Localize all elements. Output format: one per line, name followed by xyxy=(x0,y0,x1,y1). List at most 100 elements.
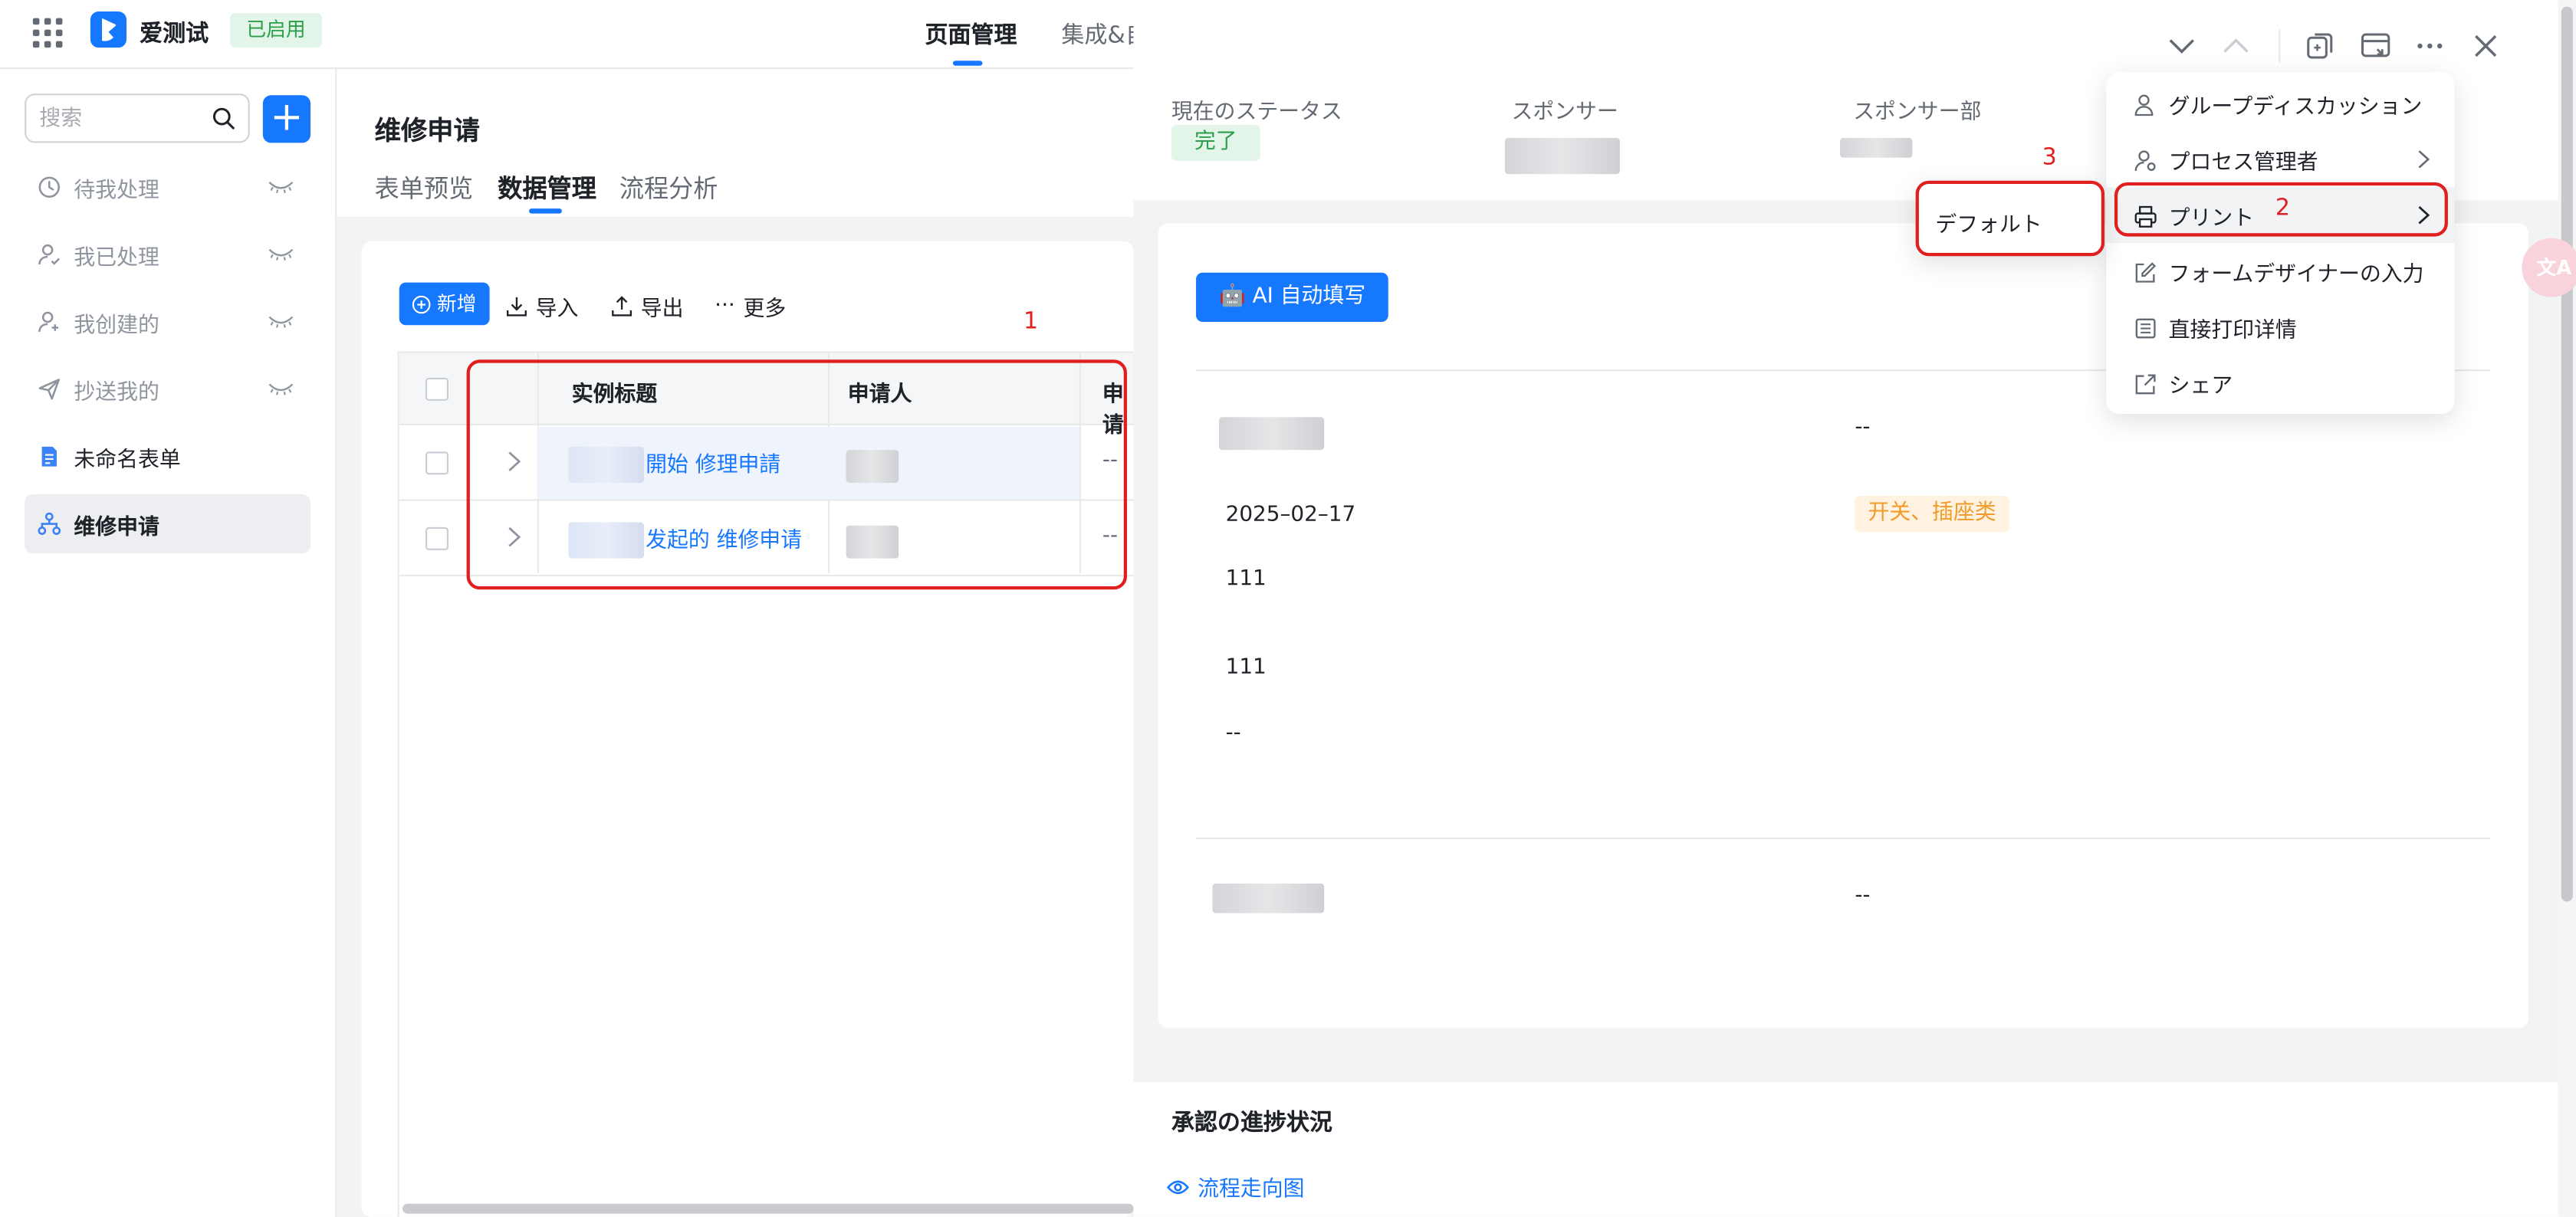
redacted-field-label xyxy=(1219,417,1325,451)
more-actions-menu: グループディスカッション プロセス管理者 プリント フォームデザイナーの入力 直… xyxy=(2106,72,2455,415)
row-checkbox[interactable] xyxy=(426,451,449,475)
group-user-icon xyxy=(2134,94,2154,116)
row-checkbox[interactable] xyxy=(426,526,449,550)
field-date: 2025–02–17 xyxy=(1225,502,1356,527)
annotation-number-3: 3 xyxy=(2042,144,2057,171)
chevron-right-icon xyxy=(2418,150,2430,169)
meta-label-sponsor: スポンサー xyxy=(1511,100,1618,125)
page-title: 维修申请 xyxy=(374,115,480,146)
export-label: 导出 xyxy=(640,297,684,323)
sidebar: + 待我处理 我已处理 我创建的 抄送我的 未命名表单 维修申请 xyxy=(0,69,337,1217)
menu-item-group-discussion[interactable]: グループディスカッション xyxy=(2106,76,2454,132)
more-dots-icon: ··· xyxy=(715,294,735,319)
status-tag-complete: 完了 xyxy=(1171,124,1260,162)
vertical-scrollbar[interactable] xyxy=(2558,0,2576,1217)
field-value: -- xyxy=(1855,883,1871,909)
status-badge: 已启用 xyxy=(230,13,323,48)
user-check-icon xyxy=(38,244,61,265)
chevron-up-icon[interactable] xyxy=(2220,30,2252,63)
sidebar-item-untitled-form[interactable]: 未命名表单 xyxy=(25,427,310,486)
more-label: 更多 xyxy=(743,297,787,323)
print-detail-icon xyxy=(2135,318,2156,339)
app-logo-icon xyxy=(90,11,127,48)
export-button[interactable]: 导出 xyxy=(611,290,683,322)
import-button[interactable]: 导入 xyxy=(506,290,578,322)
sidebar-item-label: 我创建的 xyxy=(74,313,159,339)
select-all-checkbox[interactable] xyxy=(426,377,449,401)
plus-circle-icon xyxy=(412,294,431,313)
menu-item-label: フォームデザイナーの入力 xyxy=(2168,262,2424,288)
sidebar-item-label: 抄送我的 xyxy=(74,381,159,406)
sidebar-item-pending[interactable]: 待我处理 xyxy=(25,158,310,217)
redacted-field-label xyxy=(1212,883,1325,914)
main-content: 维修申请 表单预览 数据管理 流程分析 新增 导入 导出 ··· 更多 实例标题… xyxy=(337,69,1135,1217)
send-icon xyxy=(38,379,61,400)
search-field xyxy=(25,93,250,143)
tab-page-management[interactable]: 页面管理 xyxy=(925,18,1017,51)
ai-autofill-button[interactable]: 🤖 AI 自动填写 xyxy=(1196,272,1389,323)
search-input[interactable] xyxy=(39,103,204,133)
form-doc-icon xyxy=(41,446,57,467)
eye-closed-icon[interactable] xyxy=(268,179,294,195)
edit-icon xyxy=(2135,262,2157,283)
menu-item-share[interactable]: シェア xyxy=(2106,355,2454,411)
category-tag: 开关、插座类 xyxy=(1855,496,2009,533)
import-icon xyxy=(506,297,527,317)
new-button[interactable]: 新增 xyxy=(399,282,490,326)
copy-icon[interactable] xyxy=(2303,30,2336,63)
tab-process-analysis[interactable]: 流程分析 xyxy=(619,171,718,205)
menu-item-form-designer[interactable]: フォームデザイナーの入力 xyxy=(2106,243,2454,299)
new-button-label: 新增 xyxy=(437,292,477,316)
menu-item-label: シェア xyxy=(2168,374,2233,399)
meta-label-status: 現在のステータス xyxy=(1171,100,1342,125)
workflow-icon xyxy=(38,512,61,535)
flow-diagram-link[interactable]: 流程走向图 xyxy=(1166,1171,1304,1202)
redacted-sponsor xyxy=(1504,138,1620,175)
menu-item-direct-print[interactable]: 直接打印详情 xyxy=(2106,299,2454,355)
approval-section: 承認の進捗状況 流程走向图 xyxy=(1133,1082,2576,1217)
annotation-number-1: 1 xyxy=(1024,308,1039,336)
translate-button[interactable]: 文A xyxy=(2522,238,2576,297)
menu-item-label: 直接打印详情 xyxy=(2168,318,2297,343)
search-icon[interactable] xyxy=(212,107,235,130)
active-subtab-indicator xyxy=(529,208,562,214)
redacted-dept xyxy=(1840,138,1913,158)
user-add-icon xyxy=(38,311,59,332)
meta-label-sponsor-dept: スポンサー部 xyxy=(1853,100,1982,125)
more-horizontal-icon[interactable] xyxy=(2413,30,2446,63)
app-grid-icon[interactable] xyxy=(32,18,63,48)
sidebar-item-cc[interactable]: 抄送我的 xyxy=(25,359,310,418)
share-icon xyxy=(2135,374,2156,395)
add-button[interactable]: + xyxy=(262,94,311,143)
sidebar-item-label: 维修申请 xyxy=(74,515,159,541)
chevron-down-icon[interactable] xyxy=(2165,30,2198,63)
sidebar-item-label: 未命名表单 xyxy=(74,448,181,474)
eye-icon xyxy=(1166,1179,1190,1194)
window-icon[interactable] xyxy=(2359,30,2392,63)
approval-title: 承認の進捗状況 xyxy=(1171,1110,1332,1137)
page-header: 维修申请 表单预览 数据管理 流程分析 xyxy=(337,69,1134,217)
sidebar-item-processed[interactable]: 我已处理 xyxy=(25,225,310,284)
field-text: 111 xyxy=(1225,566,1267,592)
sidebar-item-label: 我已处理 xyxy=(74,246,159,271)
tab-data-management[interactable]: 数据管理 xyxy=(498,171,596,205)
eye-closed-icon[interactable] xyxy=(268,381,294,397)
field-value: -- xyxy=(1855,415,1871,441)
eye-closed-icon[interactable] xyxy=(268,246,294,262)
horizontal-scrollbar[interactable] xyxy=(402,1203,1134,1214)
active-tab-indicator xyxy=(952,61,983,66)
admin-user-icon xyxy=(2134,150,2156,171)
clock-icon xyxy=(38,176,61,198)
sidebar-item-created[interactable]: 我创建的 xyxy=(25,292,310,351)
tab-form-preview[interactable]: 表单预览 xyxy=(375,171,474,205)
sidebar-item-repair-request[interactable]: 维修申请 xyxy=(25,494,311,554)
annotation-box-1 xyxy=(466,359,1128,590)
field-empty: -- xyxy=(1225,720,1241,746)
close-icon[interactable] xyxy=(2469,30,2502,63)
menu-item-label: プロセス管理者 xyxy=(2168,151,2318,176)
menu-item-process-admin[interactable]: プロセス管理者 xyxy=(2106,131,2454,187)
annotation-box-3 xyxy=(1915,180,2105,257)
more-button[interactable]: ··· 更多 xyxy=(715,290,786,322)
field-text: 111 xyxy=(1225,655,1267,681)
eye-closed-icon[interactable] xyxy=(268,313,294,330)
